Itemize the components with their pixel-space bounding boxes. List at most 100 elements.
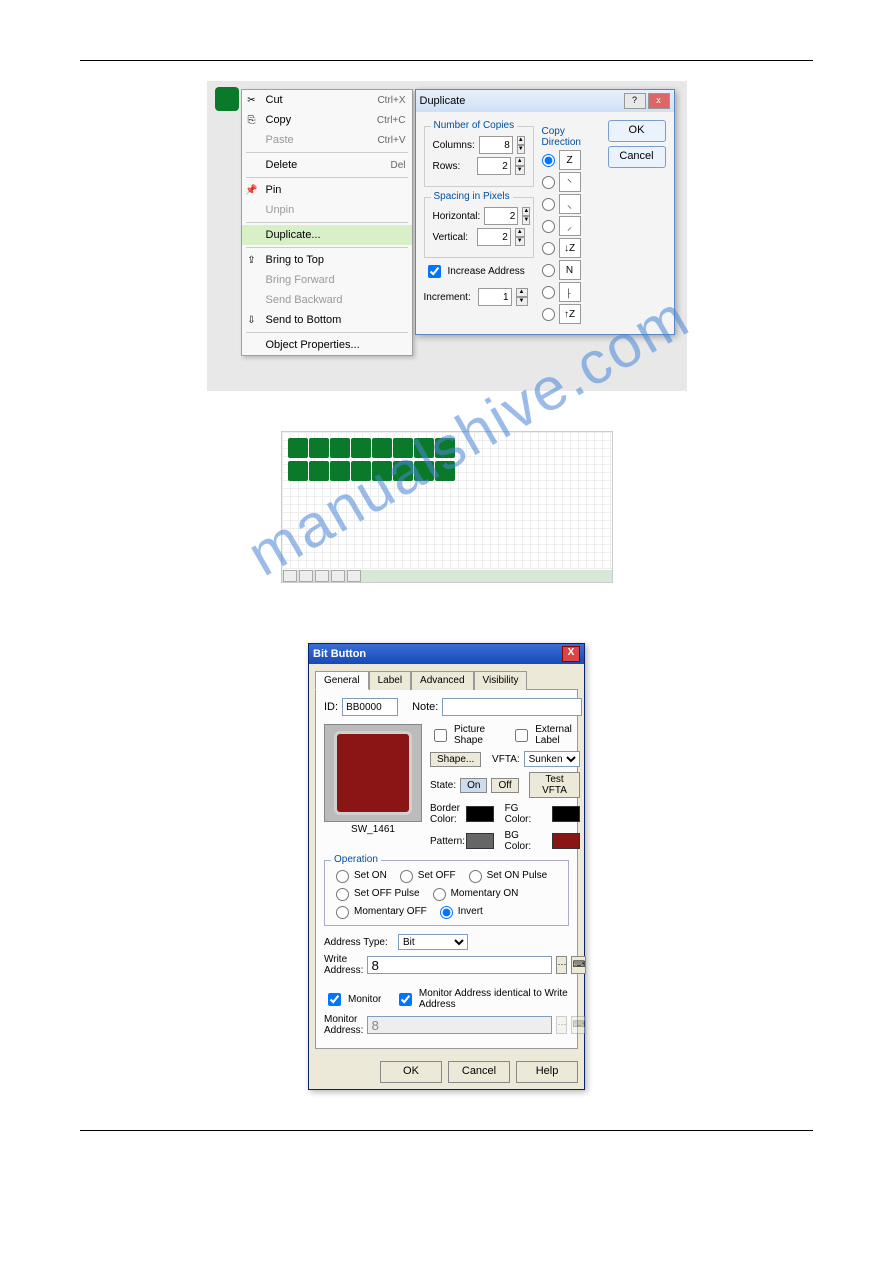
dir-radio-5[interactable]	[542, 264, 555, 277]
dup-object[interactable]	[309, 461, 329, 481]
dir-radio-1[interactable]	[542, 176, 555, 189]
dup-object[interactable]	[414, 438, 434, 458]
ok-button[interactable]: OK	[608, 120, 666, 142]
dup-object[interactable]	[372, 461, 392, 481]
id-field[interactable]	[342, 698, 398, 716]
close-button[interactable]: X	[562, 646, 580, 662]
op-invert[interactable]	[440, 906, 453, 919]
columns-spinner[interactable]: ▲▼	[517, 136, 525, 154]
columns-input[interactable]	[479, 136, 513, 154]
canvas-object[interactable]	[215, 87, 239, 111]
picture-shape-check[interactable]	[434, 729, 447, 742]
dialog-title: Duplicate	[420, 95, 622, 107]
duplicate-dialog: Duplicate ? x Number of Copies Columns:▲…	[415, 89, 675, 335]
border-color-swatch[interactable]	[466, 806, 494, 822]
menu-pin[interactable]: 📌Pin	[242, 180, 412, 200]
rows-spinner[interactable]: ▲▼	[515, 157, 525, 175]
test-vfta-button[interactable]: Test VFTA	[529, 772, 579, 798]
dir-radio-3[interactable]	[542, 220, 555, 233]
dup-object[interactable]	[372, 438, 392, 458]
copy-icon: ⎘	[244, 113, 260, 127]
dir-radio-2[interactable]	[542, 198, 555, 211]
close-button[interactable]: x	[648, 93, 670, 109]
tab-label[interactable]: Label	[369, 671, 411, 690]
cancel-button[interactable]: Cancel	[608, 146, 666, 168]
vertical-input[interactable]	[477, 228, 511, 246]
monitor-identical-check[interactable]	[399, 993, 412, 1006]
dup-object[interactable]	[288, 438, 308, 458]
dup-object[interactable]	[351, 461, 371, 481]
tab-general[interactable]: General	[315, 671, 369, 690]
menu-copy[interactable]: ⎘CopyCtrl+C	[242, 110, 412, 130]
dup-object[interactable]	[393, 461, 413, 481]
note-field[interactable]	[442, 698, 582, 716]
help-button[interactable]: ?	[624, 93, 646, 109]
op-set-off-pulse[interactable]	[336, 888, 349, 901]
dup-object[interactable]	[288, 461, 308, 481]
screenshot-duplicate-setup: ✂CutCtrl+X ⎘CopyCtrl+C PasteCtrl+V Delet…	[207, 81, 687, 391]
ok-button[interactable]: OK	[380, 1061, 442, 1083]
op-momentary-off[interactable]	[336, 906, 349, 919]
op-set-on-pulse[interactable]	[469, 870, 482, 883]
increase-address-check[interactable]	[428, 265, 441, 278]
tab-bar: General Label Advanced Visibility	[309, 664, 584, 689]
dir-radio-0[interactable]	[542, 154, 555, 167]
tab-visibility[interactable]: Visibility	[474, 671, 528, 690]
menu-unpin: Unpin	[242, 200, 412, 220]
context-menu: ✂CutCtrl+X ⎘CopyCtrl+C PasteCtrl+V Delet…	[241, 89, 413, 356]
menu-send-backward: Send Backward	[242, 290, 412, 310]
pin-icon: 📌	[244, 183, 260, 197]
external-label-check[interactable]	[515, 729, 528, 742]
dup-object[interactable]	[393, 438, 413, 458]
op-set-on[interactable]	[336, 870, 349, 883]
status-bar	[282, 570, 612, 582]
dup-object[interactable]	[330, 438, 350, 458]
address-browse-icon: ⋯	[556, 1016, 567, 1034]
cancel-button[interactable]: Cancel	[448, 1061, 510, 1083]
monitor-check[interactable]	[328, 993, 341, 1006]
shape-button[interactable]: Shape...	[430, 752, 481, 767]
vfta-select[interactable]: Sunken	[524, 751, 580, 767]
op-momentary-on[interactable]	[433, 888, 446, 901]
bring-top-icon: ⇪	[244, 253, 260, 267]
address-keypad-icon[interactable]: ⌨	[571, 956, 586, 974]
bit-button-dialog: Bit Button X General Label Advanced Visi…	[308, 643, 585, 1090]
menu-bring-to-top[interactable]: ⇪Bring to Top	[242, 250, 412, 270]
bg-color-swatch[interactable]	[552, 833, 580, 849]
menu-send-to-bottom[interactable]: ⇩Send to Bottom	[242, 310, 412, 330]
dup-object[interactable]	[414, 461, 434, 481]
dup-object[interactable]	[309, 438, 329, 458]
tab-advanced[interactable]: Advanced	[411, 671, 473, 690]
write-address-input[interactable]	[367, 956, 552, 974]
address-browse-icon[interactable]: ⋯	[556, 956, 567, 974]
fg-color-swatch[interactable]	[552, 806, 580, 822]
menu-bring-forward: Bring Forward	[242, 270, 412, 290]
menu-cut[interactable]: ✂CutCtrl+X	[242, 90, 412, 110]
dup-object[interactable]	[330, 461, 350, 481]
address-type-select[interactable]: Bit	[398, 934, 468, 950]
op-set-off[interactable]	[400, 870, 413, 883]
dialog-titlebar: Duplicate ? x	[416, 90, 674, 112]
menu-delete[interactable]: DeleteDel	[242, 155, 412, 175]
monitor-address-input	[367, 1016, 552, 1034]
menu-object-properties[interactable]: Object Properties...	[242, 335, 412, 355]
dir-radio-4[interactable]	[542, 242, 555, 255]
dup-object[interactable]	[435, 438, 455, 458]
send-bottom-icon: ⇩	[244, 313, 260, 327]
preview-name: SW_1461	[324, 824, 422, 835]
dir-radio-6[interactable]	[542, 286, 555, 299]
increment-input[interactable]	[478, 288, 512, 306]
dup-object[interactable]	[351, 438, 371, 458]
dialog-titlebar: Bit Button X	[309, 644, 584, 664]
state-on-button[interactable]: On	[460, 778, 487, 793]
help-button[interactable]: Help	[516, 1061, 578, 1083]
state-off-button[interactable]: Off	[491, 778, 518, 793]
rows-input[interactable]	[477, 157, 511, 175]
menu-paste: PasteCtrl+V	[242, 130, 412, 150]
dup-object[interactable]	[435, 461, 455, 481]
cut-icon: ✂	[244, 93, 260, 107]
dir-radio-7[interactable]	[542, 308, 555, 321]
menu-duplicate[interactable]: Duplicate...	[242, 225, 412, 245]
pattern-swatch[interactable]	[466, 833, 494, 849]
horizontal-input[interactable]	[484, 207, 518, 225]
